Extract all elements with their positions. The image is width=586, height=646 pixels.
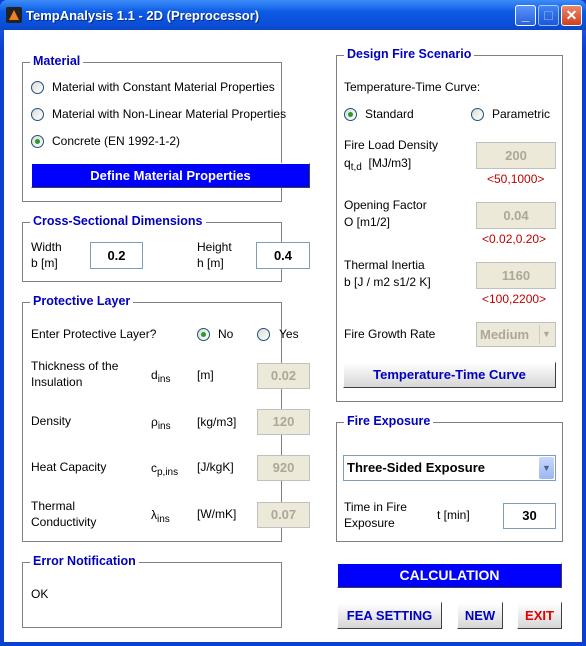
density-label: Density [31, 414, 72, 428]
label-standard: Standard [365, 107, 414, 121]
temperature-time-curve-button[interactable]: Temperature-Time Curve [343, 362, 556, 388]
label-yes: Yes [279, 327, 299, 341]
exposure-select[interactable]: Three-Sided Exposure ▼ [343, 455, 556, 481]
conductivity-input[interactable]: 0.07 [257, 502, 310, 528]
thickness-symbol: dins [151, 368, 171, 385]
fire-load-unit: qt,d [MJ/m3] [344, 156, 412, 173]
density-input[interactable]: 120 [257, 409, 310, 435]
heat-capacity-symbol: cp,ins [151, 461, 179, 478]
cross-section-title: Cross-Sectional Dimensions [30, 214, 206, 228]
curve-label: Temperature-Time Curve: [344, 80, 481, 94]
material-title: Material [30, 54, 84, 68]
chevron-down-icon: ▼ [539, 325, 553, 344]
height-unit: h [m] [197, 256, 224, 270]
heat-capacity-input[interactable]: 920 [257, 455, 310, 481]
label-no: No [218, 327, 234, 341]
calculation-button[interactable]: CALCULATION [337, 563, 562, 588]
fire-load-label: Fire Load Density [344, 138, 439, 152]
design-fire-title: Design Fire Scenario [344, 47, 475, 61]
height-input[interactable]: 0.4 [256, 242, 310, 269]
conductivity-symbol: λins [151, 508, 170, 525]
fire-load-range: <50,1000> [487, 172, 545, 186]
fea-setting-button[interactable]: FEA SETTING [337, 602, 442, 629]
heat-capacity-label: Heat Capacity [31, 460, 107, 474]
thermal-inertia-range: <100,2200> [482, 292, 547, 306]
opening-factor-input[interactable]: 0.04 [476, 202, 556, 229]
heat-capacity-unit: [J/kgK] [197, 460, 234, 474]
radio-constant-material[interactable] [31, 81, 44, 94]
label-parametric: Parametric [492, 107, 551, 121]
density-unit: [kg/m3] [197, 415, 237, 429]
thermal-inertia-label: Thermal Inertia [344, 258, 425, 272]
opening-factor-unit: O [m1/2] [344, 215, 391, 229]
opening-factor-label: Opening Factor [344, 198, 427, 212]
width-input[interactable]: 0.2 [90, 242, 143, 269]
time-input[interactable]: 30 [503, 503, 556, 529]
width-unit: b [m] [31, 256, 58, 270]
opening-factor-range: <0.02,0.20> [482, 232, 547, 246]
window: TempAnalysis 1.1 - 2D (Preprocessor) _ □… [0, 0, 586, 646]
fire-growth-label: Fire Growth Rate [344, 327, 436, 341]
conductivity-unit: [W/mK] [197, 507, 237, 521]
thickness-label: Thickness of the [31, 359, 119, 373]
thickness-input[interactable]: 0.02 [257, 363, 310, 389]
client-area: Material Material with Constant Material… [4, 30, 582, 642]
thickness-label-2: Insulation [31, 375, 83, 389]
time-unit: t [min] [437, 508, 470, 522]
thermal-inertia-input[interactable]: 1160 [476, 262, 556, 289]
label-constant-material: Material with Constant Material Properti… [52, 80, 275, 94]
radio-concrete[interactable] [31, 135, 44, 148]
protective-question: Enter Protective Layer? [31, 327, 157, 341]
thermal-inertia-unit: b [J / m2 s1/2 K] [344, 275, 431, 289]
error-panel: Error Notification [22, 554, 282, 628]
density-symbol: ρins [151, 415, 171, 432]
time-label: Time in Fire [344, 500, 407, 514]
radio-parametric[interactable] [471, 108, 484, 121]
fire-load-input[interactable]: 200 [476, 142, 556, 169]
label-concrete: Concrete (EN 1992-1-2) [52, 134, 181, 148]
width-label: Width [31, 240, 62, 254]
define-material-button[interactable]: Define Material Properties [31, 163, 310, 188]
error-message: OK [31, 587, 49, 601]
radio-protective-yes[interactable] [257, 328, 270, 341]
time-label-2: Exposure [344, 516, 395, 530]
height-label: Height [197, 240, 232, 254]
radio-standard[interactable] [344, 108, 357, 121]
radio-protective-no[interactable] [197, 328, 210, 341]
radio-nonlinear-material[interactable] [31, 108, 44, 121]
fire-growth-select[interactable]: Medium ▼ [476, 322, 556, 347]
conductivity-label: Thermal [31, 499, 76, 513]
thickness-unit: [m] [197, 368, 214, 382]
error-title: Error Notification [30, 554, 139, 568]
conductivity-label-2: Conductivity [31, 515, 97, 529]
protective-layer-title: Protective Layer [30, 294, 134, 308]
fire-exposure-title: Fire Exposure [344, 414, 434, 428]
label-nonlinear-material: Material with Non-Linear Material Proper… [52, 107, 287, 121]
exit-button[interactable]: EXIT [517, 602, 562, 629]
chevron-down-icon: ▼ [539, 457, 554, 479]
new-button[interactable]: NEW [457, 602, 503, 629]
